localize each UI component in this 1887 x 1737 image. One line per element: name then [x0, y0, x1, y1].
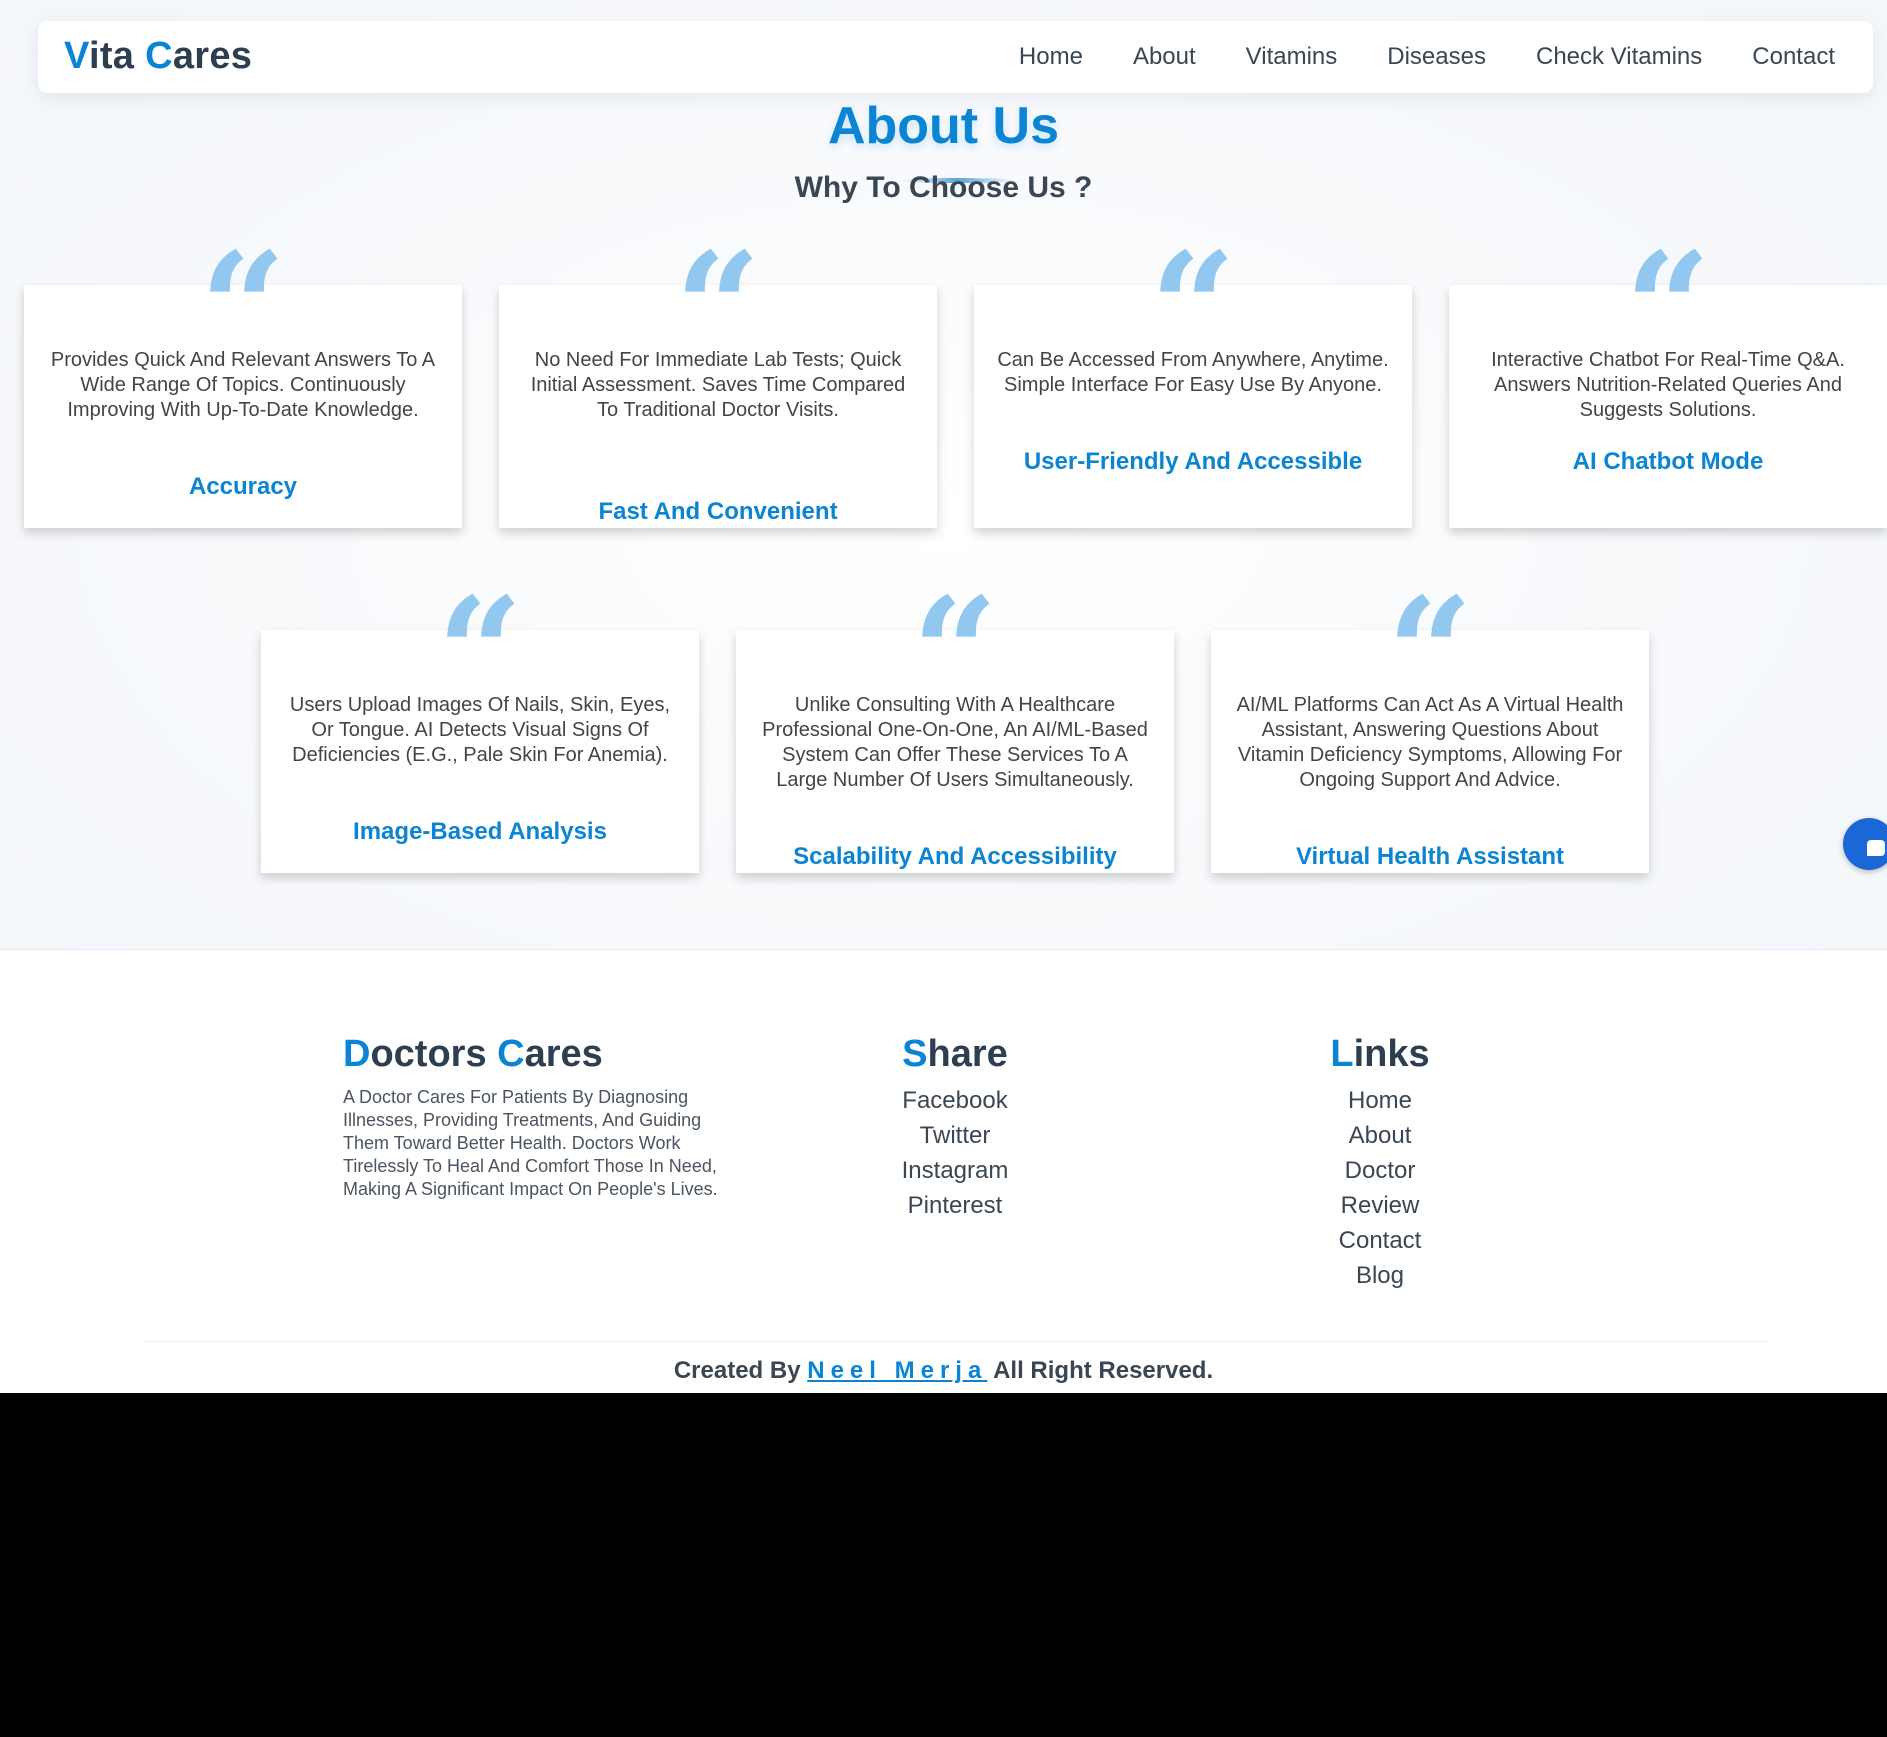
nav-contact[interactable]: Contact	[1752, 43, 1835, 71]
card-title: AI Chatbot Mode	[1572, 448, 1764, 475]
footer-share: Share Facebook Twitter Instagram Pintere…	[855, 1033, 1055, 1223]
quote-icon: “	[1150, 233, 1236, 313]
footer-link-home[interactable]: Home	[1280, 1083, 1480, 1118]
logo[interactable]: Vita Cares	[64, 35, 252, 78]
credit-prefix: Created By	[673, 1357, 808, 1384]
heading-text: octors	[370, 1033, 498, 1075]
chat-bubble-icon	[1867, 840, 1885, 856]
heading-text: ares	[524, 1033, 603, 1075]
logo-letter-v: V	[64, 35, 89, 77]
card-text: Interactive Chatbot For Real-Time Q&A. A…	[1491, 349, 1845, 421]
card-title: Fast And Convenient	[598, 498, 838, 525]
card-text: AI/ML Platforms Can Act As A Virtual Hea…	[1236, 694, 1624, 791]
feature-card-chatbot: “ Interactive Chatbot For Real-Time Q&A.…	[1449, 233, 1887, 528]
footer-about: Doctors Cares A Doctor Cares For Patient…	[343, 1033, 723, 1201]
nav-menu: Home About Vitamins Diseases Check Vitam…	[969, 43, 1835, 71]
card-title: User-Friendly And Accessible	[1023, 448, 1363, 475]
heading-text: inks	[1353, 1033, 1430, 1075]
nav-diseases[interactable]: Diseases	[1387, 43, 1486, 71]
card-title: Virtual Health Assistant	[1295, 843, 1565, 870]
quote-icon: “	[437, 578, 523, 658]
quote-icon: “	[200, 233, 286, 313]
navbar: Vita Cares Home About Vitamins Diseases …	[38, 21, 1873, 93]
footer-link-blog[interactable]: Blog	[1280, 1258, 1480, 1293]
quote-icon: “	[912, 578, 998, 658]
feature-card-accuracy: “ Provides Quick And Relevant Answers To…	[24, 233, 462, 528]
footer-link-contact[interactable]: Contact	[1280, 1223, 1480, 1258]
feature-card-image-analysis: “ Users Upload Images Of Nails, Skin, Ey…	[261, 578, 699, 873]
feature-card-scalability: “ Unlike Consulting With A Healthcare Pr…	[736, 578, 1174, 873]
about-title: About Us	[827, 97, 1060, 155]
card-title: Scalability And Accessibility	[793, 843, 1117, 870]
logo-letter-c: C	[145, 35, 173, 77]
about-section: Vita Cares Home About Vitamins Diseases …	[0, 0, 1887, 950]
footer-about-description: A Doctor Cares For Patients By Diagnosin…	[343, 1087, 718, 1199]
footer-divider	[143, 1341, 1768, 1342]
heading-accent: L	[1330, 1033, 1354, 1075]
quote-icon: “	[1625, 233, 1711, 313]
credit-suffix: All Right Reserved.	[987, 1357, 1214, 1384]
footer-link-instagram[interactable]: Instagram	[855, 1153, 1055, 1188]
footer-link-facebook[interactable]: Facebook	[855, 1083, 1055, 1118]
nav-vitamins[interactable]: Vitamins	[1246, 43, 1338, 71]
footer-link-doctor[interactable]: Doctor	[1280, 1153, 1480, 1188]
chat-widget-button[interactable]	[1843, 818, 1887, 870]
nav-check-vitamins[interactable]: Check Vitamins	[1536, 43, 1702, 71]
logo-text-2: ares	[172, 35, 253, 77]
card-text: Unlike Consulting With A Healthcare Prof…	[762, 694, 1148, 791]
footer-share-heading: Share	[855, 1033, 1055, 1076]
footer-credit: Created By Neel Merja All Right Reserved…	[0, 1357, 1887, 1385]
feature-card-user-friendly: “ Can Be Accessed From Anywhere, Anytime…	[974, 233, 1412, 528]
card-text: Users Upload Images Of Nails, Skin, Eyes…	[289, 694, 671, 766]
nav-home[interactable]: Home	[1019, 43, 1083, 71]
card-title: Accuracy	[188, 473, 298, 500]
footer-links: Links Home About Doctor Review Contact B…	[1280, 1033, 1480, 1293]
heading-accent: D	[343, 1033, 371, 1075]
heading-text: hare	[927, 1033, 1008, 1075]
footer-link-about[interactable]: About	[1280, 1118, 1480, 1153]
card-title: Image-Based Analysis	[353, 818, 607, 845]
about-subtitle: Why To Choose Us ?	[794, 171, 1093, 204]
footer-about-heading: Doctors Cares	[343, 1033, 723, 1076]
heading-accent: C	[497, 1033, 525, 1075]
card-text: Can Be Accessed From Anywhere, Anytime. …	[997, 349, 1389, 396]
feature-card-virtual-assistant: “ AI/ML Platforms Can Act As A Virtual H…	[1211, 578, 1649, 873]
heading-accent: S	[902, 1033, 928, 1075]
page: Vita Cares Home About Vitamins Diseases …	[0, 0, 1887, 1393]
feature-card-fast: “ No Need For Immediate Lab Tests; Quick…	[499, 233, 937, 528]
card-text: Provides Quick And Relevant Answers To A…	[50, 349, 436, 421]
footer-link-review[interactable]: Review	[1280, 1188, 1480, 1223]
quote-icon: “	[1387, 578, 1473, 658]
footer-link-pinterest[interactable]: Pinterest	[855, 1188, 1055, 1223]
quote-icon: “	[675, 233, 761, 313]
logo-text-1: ita	[88, 35, 146, 77]
footer-link-twitter[interactable]: Twitter	[855, 1118, 1055, 1153]
nav-about[interactable]: About	[1133, 43, 1196, 71]
card-text: No Need For Immediate Lab Tests; Quick I…	[530, 349, 906, 421]
footer-links-heading: Links	[1280, 1033, 1480, 1076]
author-link[interactable]: Neel Merja	[807, 1357, 987, 1384]
